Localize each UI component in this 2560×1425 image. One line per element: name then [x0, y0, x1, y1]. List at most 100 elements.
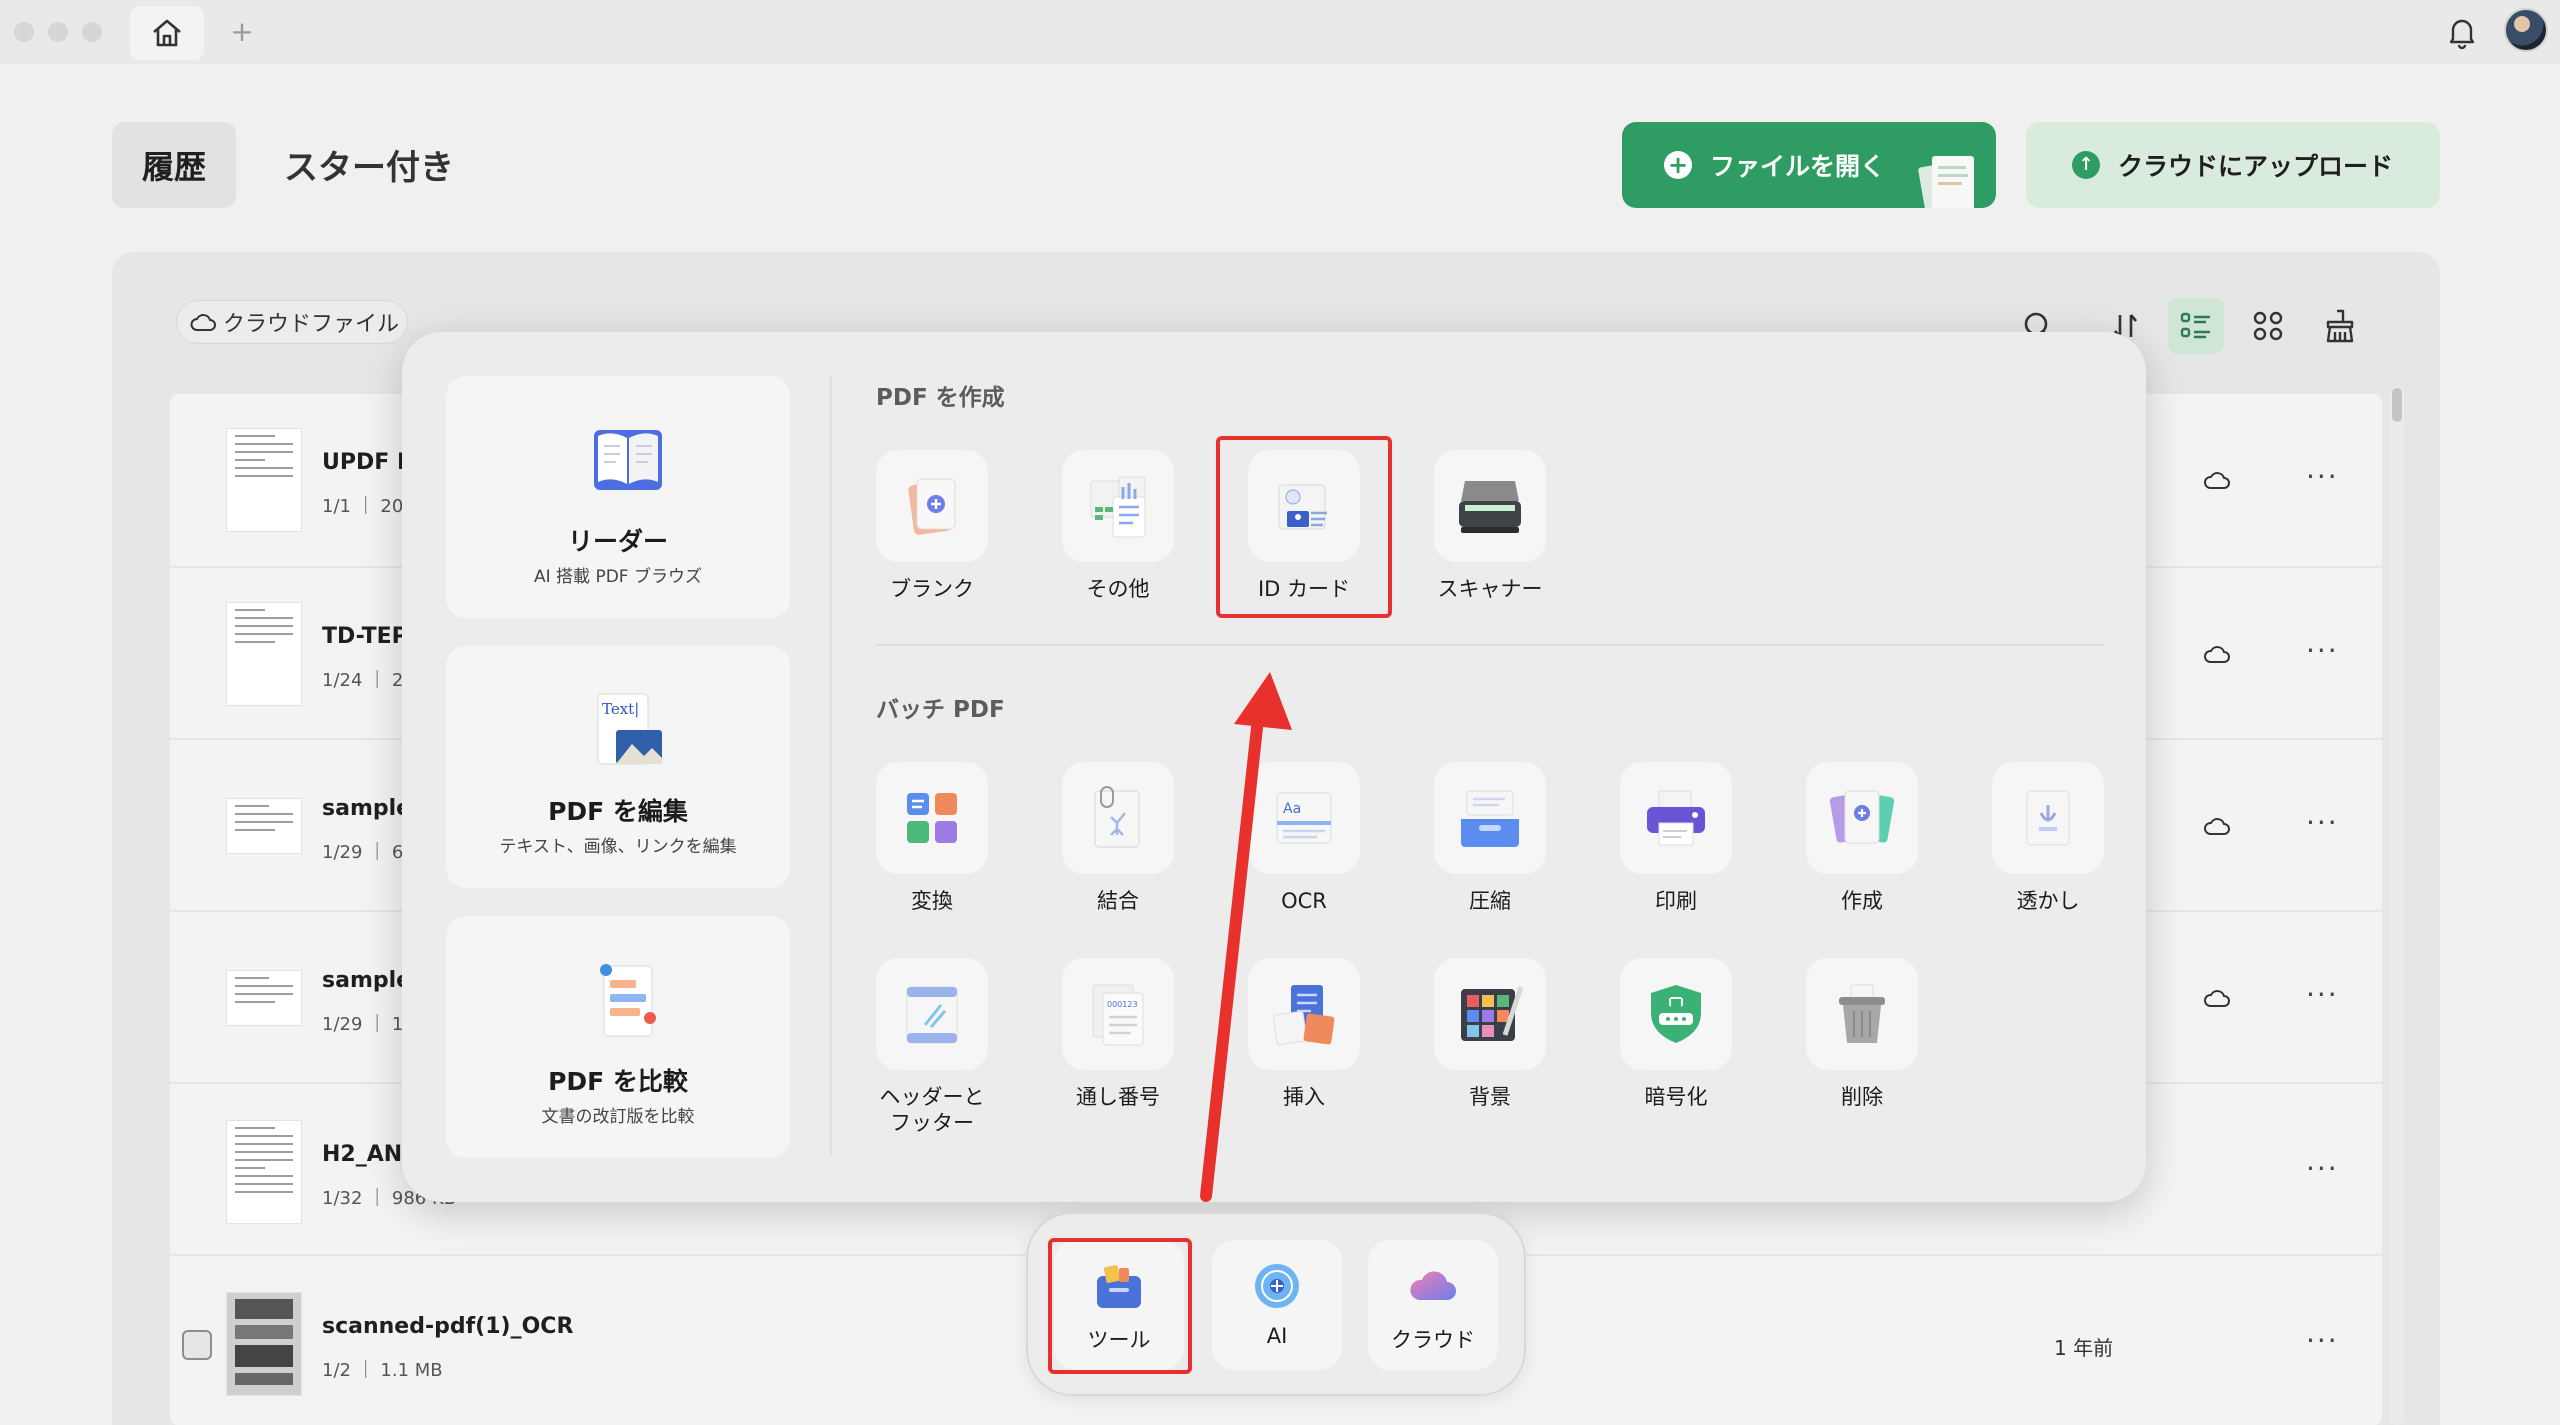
print-tool[interactable]: 印刷: [1596, 762, 1756, 914]
cloud-files-button[interactable]: クラウドファイル: [176, 300, 408, 344]
edit-pdf-card[interactable]: Text| PDF を編集 テキスト、画像、リンクを編集: [446, 646, 790, 888]
reader-card[interactable]: リーダー AI 搭載 PDF ブラウズ: [446, 376, 790, 618]
other-label: その他: [1086, 577, 1150, 601]
list-view-button[interactable]: [2168, 298, 2224, 354]
file-thumbnail: [226, 970, 302, 1026]
home-tab[interactable]: [130, 6, 204, 60]
tools-highlight: [1048, 1238, 1192, 1374]
encrypt-tool[interactable]: 暗号化: [1596, 958, 1756, 1110]
edit-art-text: Text|: [602, 700, 639, 718]
file-thumbnail: [226, 602, 302, 706]
upload-arrow-icon: ↑: [2072, 151, 2100, 179]
watermark-tool[interactable]: 透かし: [1968, 762, 2128, 914]
cloud-upload-icon[interactable]: [2202, 814, 2232, 838]
header-footer-icon: [906, 986, 958, 1044]
convert-tool[interactable]: 変換: [852, 762, 1012, 914]
more-icon[interactable]: ···: [2306, 634, 2339, 667]
popover-divider: [830, 376, 832, 1156]
insert-tool[interactable]: 挿入: [1224, 958, 1384, 1110]
ai-orb-icon: [1255, 1264, 1299, 1308]
compress-icon: [1461, 790, 1519, 847]
compress-label: 圧縮: [1469, 889, 1511, 913]
background-tool[interactable]: 背景: [1410, 958, 1570, 1110]
compare-pdf-card[interactable]: PDF を比較 文書の改訂版を比較: [446, 916, 790, 1158]
zoom-window-button[interactable]: [82, 22, 102, 42]
merge-tool[interactable]: 結合: [1038, 762, 1198, 914]
scanner-icon: [1459, 481, 1521, 533]
list-view-icon: [2180, 312, 2210, 339]
file-thumbnail: [226, 1292, 302, 1396]
file-thumbnail: [226, 798, 302, 854]
convert-icon: [907, 793, 957, 843]
open-file-button[interactable]: + ファイルを開く: [1622, 122, 1996, 208]
grid-view-icon: [2253, 311, 2283, 341]
scanner-tool[interactable]: スキャナー: [1410, 450, 1570, 602]
insert-icon: [1272, 985, 1335, 1046]
tab-history[interactable]: 履歴: [112, 122, 236, 208]
other-tool[interactable]: その他: [1038, 450, 1198, 602]
compare-pdf-subtitle: 文書の改訂版を比較: [541, 1107, 695, 1127]
merge-icon: [1094, 786, 1140, 848]
header-footer-tool[interactable]: ヘッダーと フッター: [852, 958, 1012, 1136]
ocr-tool[interactable]: Aa OCR: [1224, 762, 1384, 914]
tab-starred[interactable]: スター付き: [284, 140, 454, 189]
avatar[interactable]: [2504, 8, 2548, 52]
id-card-highlight: [1216, 436, 1392, 618]
blank-label: ブランク: [890, 577, 974, 601]
edit-text-image-icon: Text|: [597, 693, 662, 765]
delete-tool[interactable]: 削除: [1782, 958, 1942, 1110]
file-age: 1 年前: [2054, 1336, 2114, 1360]
edit-pdf-title: PDF を編集: [548, 797, 688, 826]
book-icon: [594, 430, 662, 490]
document-stack-icon: [1918, 156, 1974, 208]
more-icon[interactable]: ···: [2306, 460, 2339, 493]
background-palette-icon: [1461, 986, 1524, 1041]
cloud-files-label: クラウドファイル: [223, 312, 400, 337]
compress-tool[interactable]: 圧縮: [1410, 762, 1570, 914]
clear-history-button[interactable]: [2312, 298, 2368, 354]
dock-cloud-button[interactable]: クラウド: [1368, 1240, 1498, 1370]
bates-number-label: 通し番号: [1076, 1085, 1160, 1109]
scrollbar[interactable]: [2390, 386, 2404, 1425]
scrollbar-thumb[interactable]: [2392, 388, 2402, 422]
more-icon[interactable]: ···: [2306, 978, 2339, 1011]
file-meta: 1/2 ｜ 1.1 MB: [322, 1360, 443, 1381]
bates-number-tool[interactable]: 000123 通し番号: [1038, 958, 1198, 1110]
compare-document-icon: [600, 964, 656, 1037]
grid-view-button[interactable]: [2240, 298, 2296, 354]
file-name: scanned-pdf(1)_OCR: [322, 1314, 574, 1339]
trash-icon: [1839, 984, 1885, 1043]
bates-number-icon: 000123: [1092, 984, 1144, 1046]
minimize-window-button[interactable]: [48, 22, 68, 42]
cloud-upload-icon[interactable]: [2202, 986, 2232, 1010]
blank-tool[interactable]: ブランク: [852, 450, 1012, 602]
home-icon: [153, 19, 181, 47]
file-meta: 1/29 ｜ 60: [322, 842, 415, 863]
more-icon[interactable]: ···: [2306, 1324, 2339, 1357]
create-tool[interactable]: 作成: [1782, 762, 1942, 914]
encrypt-label: 暗号化: [1644, 1085, 1708, 1109]
dock-ai-button[interactable]: AI: [1212, 1240, 1342, 1370]
close-window-button[interactable]: [14, 22, 34, 42]
file-checkbox[interactable]: [182, 1330, 212, 1360]
more-icon[interactable]: ···: [2306, 806, 2339, 839]
dock-ai-label: AI: [1266, 1324, 1288, 1348]
insert-label: 挿入: [1283, 1085, 1325, 1109]
file-meta: 1/24 ｜ 20: [322, 670, 415, 691]
dock-cloud-label: クラウド: [1391, 1328, 1475, 1352]
cloud-upload-icon[interactable]: [2202, 468, 2232, 492]
print-label: 印刷: [1655, 889, 1697, 913]
batch-pdf-heading: バッチ PDF: [876, 697, 1005, 723]
upload-cloud-button[interactable]: ↑ クラウドにアップロード: [2026, 122, 2440, 208]
more-icon[interactable]: ···: [2306, 1152, 2339, 1185]
new-tab-button[interactable]: +: [222, 14, 262, 50]
upload-cloud-label: クラウドにアップロード: [2118, 152, 2394, 181]
create-pdf-icon: [1829, 790, 1895, 844]
ocr-art-text: Aa: [1283, 801, 1301, 817]
cloud-upload-icon[interactable]: [2202, 642, 2232, 666]
header-footer-label: ヘッダーと フッター: [879, 1085, 985, 1135]
bell-icon[interactable]: [2442, 12, 2482, 52]
cloud-icon: [190, 314, 216, 331]
watermark-icon: [2026, 790, 2070, 846]
merge-label: 結合: [1097, 889, 1139, 913]
